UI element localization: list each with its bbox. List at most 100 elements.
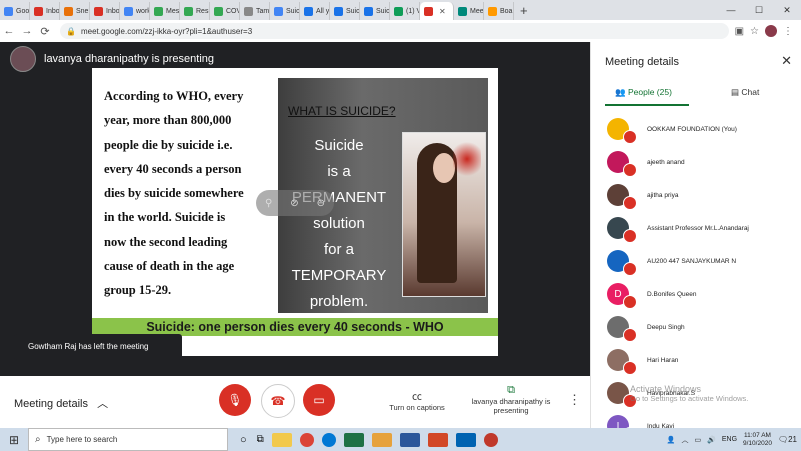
close-icon[interactable]: ✕ — [781, 53, 792, 69]
participant-row[interactable]: D D.Bonifes Queen — [607, 280, 797, 309]
tab-label: Suic — [346, 7, 360, 15]
tab-label: Resi — [196, 7, 210, 15]
present-screen-icon: ⧉ — [507, 384, 515, 396]
people-icon: 👥 — [615, 87, 626, 97]
browser-tab[interactable]: Mee — [454, 2, 484, 20]
tab-favicon-icon — [34, 6, 43, 16]
camera-permission-icon[interactable]: ▣ — [735, 26, 744, 37]
browser-tab[interactable]: ✕ — [420, 2, 454, 20]
pin-icon[interactable]: ⚲ — [265, 198, 272, 209]
browser-tab[interactable]: Goo — [0, 2, 30, 20]
browser-tab[interactable]: Resi — [180, 2, 210, 20]
participant-row[interactable]: OOKKAM FOUNDATION (You) — [607, 115, 797, 144]
url-field[interactable]: 🔒 meet.google.com/zzj-ikka-oyr?pli=1&aut… — [60, 23, 729, 39]
clock[interactable]: 11:07 AM 9/10/2020 — [743, 432, 772, 448]
forward-icon[interactable]: → — [18, 25, 36, 37]
zoom-icon[interactable]: ⊖ — [317, 198, 325, 209]
back-icon[interactable]: ← — [0, 25, 18, 37]
system-tray: 👤 ︿ ▭ 🔊 ENG 11:07 AM 9/10/2020 🗨21 — [667, 428, 797, 451]
browser-tab[interactable]: All y — [300, 2, 330, 20]
browser-tab[interactable]: COV — [210, 2, 240, 20]
minimize-button[interactable]: — — [717, 5, 745, 15]
address-bar-row: ← → ⟳ 🔒 meet.google.com/zzj-ikka-oyr?pli… — [0, 20, 801, 43]
edge-icon[interactable] — [321, 432, 336, 447]
slide-photo — [402, 132, 486, 297]
captions-button[interactable]: ㏄ Turn on captions — [380, 388, 454, 412]
network-icon[interactable]: ▭ — [695, 436, 702, 444]
chevron-up-icon: ︿ — [97, 398, 109, 410]
slide-text-line: dies by suicide somewhere — [104, 186, 244, 201]
profile-avatar[interactable] — [765, 25, 777, 37]
mic-muted-icon — [623, 295, 637, 309]
participant-row[interactable]: Deepu Singh — [607, 313, 797, 342]
tab-label: Mes — [166, 7, 180, 15]
leave-call-button[interactable]: ☎ — [261, 384, 295, 418]
participant-row[interactable]: Hari Haran — [607, 346, 797, 375]
excel-icon[interactable] — [343, 432, 364, 447]
browser-tab[interactable]: Suic — [330, 2, 360, 20]
presenting-label: lavanya dharanipathy is presenting — [471, 397, 551, 415]
close-window-button[interactable]: ✕ — [773, 5, 801, 16]
menu-icon[interactable]: ⋮ — [783, 26, 793, 37]
maximize-button[interactable]: ☐ — [745, 5, 773, 16]
tab-favicon-icon — [154, 6, 163, 16]
paint-icon[interactable] — [371, 432, 392, 447]
participant-row[interactable]: ajitha priya — [607, 181, 797, 210]
mic-muted-icon — [623, 163, 637, 177]
presenter-label: lavanya dharanipathy is presenting — [44, 53, 215, 65]
browser-tab[interactable]: work — [120, 2, 150, 20]
star-icon[interactable]: ☆ — [750, 26, 759, 37]
windows-start-icon[interactable]: ⊞ — [0, 433, 28, 447]
snipping-icon[interactable] — [483, 432, 498, 447]
browser-tab[interactable]: Inbo — [90, 2, 120, 20]
browser-tab[interactable]: Boa — [484, 2, 514, 20]
browser-tab-strip: Goo Inbo Sneh Inbo work Mes Resi COV Tami Suici Al… — [0, 0, 801, 20]
word-icon[interactable] — [399, 432, 420, 447]
hide-icon[interactable]: ⊘ — [290, 198, 298, 209]
file-explorer-icon[interactable] — [271, 432, 292, 447]
camera-toggle-button[interactable]: ▭ — [303, 384, 335, 416]
presentation-overlay-controls[interactable]: ⚲ ⊘ ⊖ — [256, 190, 334, 216]
photos-icon[interactable] — [455, 432, 476, 447]
panel-text-line: for a — [323, 241, 354, 258]
meeting-details-button[interactable]: Meeting details ︿ — [14, 395, 108, 411]
reload-icon[interactable]: ⟳ — [36, 25, 54, 38]
tab-chat[interactable]: ▤ Chat — [731, 87, 759, 98]
new-tab-button[interactable]: + — [514, 2, 534, 20]
meeting-stage: lavanya dharanipathy is presenting Accor… — [0, 42, 590, 376]
language-indicator[interactable]: ENG — [722, 436, 737, 443]
tab-favicon-icon — [64, 6, 73, 16]
activate-windows-watermark: Activate Windows Go to Settings to activ… — [630, 384, 748, 403]
slide-body-text: According to WHO, every year, more than 8… — [104, 84, 272, 303]
close-tab-icon[interactable]: ✕ — [439, 7, 446, 16]
browser-tab[interactable]: Inbo — [30, 2, 60, 20]
powerpoint-icon[interactable] — [427, 432, 448, 447]
task-view-icon[interactable]: ⧉ — [257, 434, 264, 445]
microphone-toggle-button[interactable]: 🎙 — [219, 384, 251, 416]
chrome-icon[interactable] — [299, 432, 314, 447]
notifications-icon[interactable]: 🗨21 — [778, 435, 797, 444]
people-tray-icon[interactable]: 👤 — [667, 436, 676, 444]
browser-tab[interactable]: Mes — [150, 2, 180, 20]
browser-tab[interactable]: (1) V — [390, 2, 420, 20]
participant-row[interactable]: Assistant Professor Mr.L.Anandaraj — [607, 214, 797, 243]
more-options-icon[interactable]: ⋮ — [568, 392, 581, 408]
browser-tab[interactable]: Suic — [360, 2, 390, 20]
panel-title: Meeting details — [605, 56, 679, 68]
presenting-button[interactable]: ⧉ lavanya dharanipathy is presenting — [466, 384, 556, 415]
cortana-icon[interactable]: ○ — [240, 434, 247, 446]
slide-text-line: every 40 seconds a person — [104, 161, 242, 176]
browser-tab[interactable]: Tami — [240, 2, 270, 20]
taskbar-search-box[interactable]: ⌕ Type here to search — [28, 428, 228, 451]
volume-icon[interactable]: 🔊 — [707, 436, 716, 444]
tab-label: Inbo — [46, 7, 60, 15]
browser-tab[interactable]: Suici — [270, 2, 300, 20]
tab-label: Goo — [16, 7, 30, 15]
tab-label: Suici — [286, 7, 300, 15]
participant-row[interactable]: ajeeth anand — [607, 148, 797, 177]
meeting-details-panel: Meeting details ✕ 👥 People (25) ▤ Chat O… — [590, 42, 801, 441]
participant-row[interactable]: AU200 447 SANJAYKUMAR N — [607, 247, 797, 276]
show-hidden-icons-icon[interactable]: ︿ — [682, 435, 689, 445]
browser-tab[interactable]: Sneh — [60, 2, 90, 20]
tab-people[interactable]: 👥 People (25) — [615, 87, 672, 98]
